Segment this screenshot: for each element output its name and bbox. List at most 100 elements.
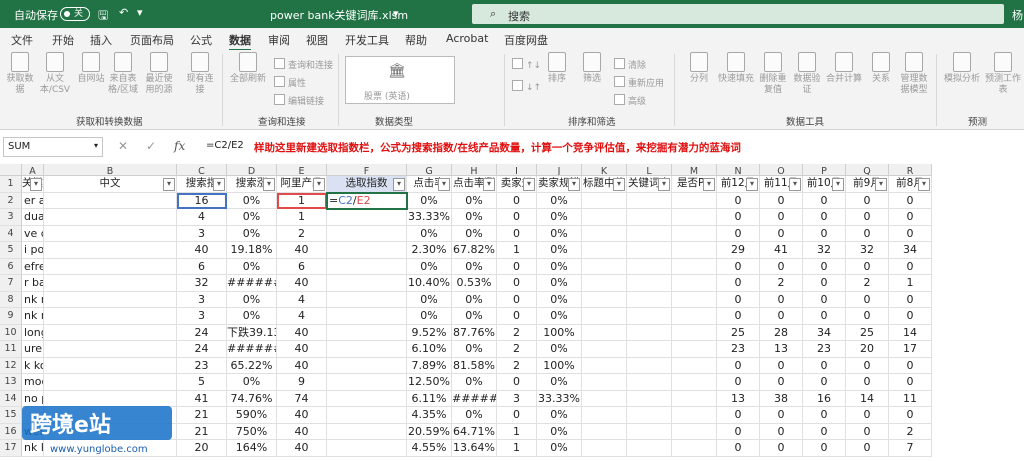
cell-I7[interactable]: 0 [497, 275, 537, 292]
cell-I15[interactable]: 0 [497, 407, 537, 424]
cell-F8[interactable] [327, 291, 407, 308]
cell-P9[interactable]: 0 [803, 308, 846, 325]
tab-view[interactable]: 视图 [306, 32, 328, 48]
column-header-J[interactable]: J [537, 164, 582, 176]
cell-D2[interactable]: 0% [227, 192, 277, 209]
cell-R10[interactable]: 14 [889, 324, 932, 341]
cell-L10[interactable] [627, 324, 672, 341]
column-header-B[interactable]: B [44, 164, 177, 176]
header-cell-J[interactable]: 卖家规模 [537, 176, 582, 193]
cell-K8[interactable] [582, 291, 627, 308]
column-header-K[interactable]: K [582, 164, 627, 176]
cell-R17[interactable]: 7 [889, 440, 932, 457]
cell-J17[interactable]: 0% [537, 440, 582, 457]
cell-R4[interactable]: 0 [889, 225, 932, 242]
tab-home[interactable]: 开始 [52, 32, 74, 48]
row-header-15[interactable]: 15 [0, 407, 22, 424]
cell-H2[interactable]: 0% [452, 192, 497, 209]
cell-D6[interactable]: 0% [227, 258, 277, 275]
cell-L4[interactable] [627, 225, 672, 242]
cell-G11[interactable]: 6.10% [407, 341, 452, 358]
cell-J8[interactable]: 0% [537, 291, 582, 308]
cell-P15[interactable]: 0 [803, 407, 846, 424]
text-to-columns-button[interactable]: 分列 [682, 52, 716, 85]
cell-L14[interactable] [627, 390, 672, 407]
tab-baidu-netdisk[interactable]: 百度网盘 [504, 32, 548, 48]
cell-G10[interactable]: 9.52% [407, 324, 452, 341]
cell-F7[interactable] [327, 275, 407, 292]
cell-F9[interactable] [327, 308, 407, 325]
cell-O7[interactable]: 2 [760, 275, 803, 292]
cell-R13[interactable]: 0 [889, 374, 932, 391]
cell-C8[interactable]: 3 [177, 291, 227, 308]
cell-K12[interactable] [582, 357, 627, 374]
cell-D14[interactable]: 74.76% [227, 390, 277, 407]
cell-F5[interactable] [327, 242, 407, 259]
cell-K13[interactable] [582, 374, 627, 391]
file-menu-chevron-icon[interactable]: ▾ [393, 7, 399, 20]
cell-N8[interactable]: 0 [717, 291, 760, 308]
row-header-3[interactable]: 3 [0, 209, 22, 226]
cell-E9[interactable]: 4 [277, 308, 327, 325]
cell-K14[interactable] [582, 390, 627, 407]
cell-I5[interactable]: 1 [497, 242, 537, 259]
cell-A6[interactable]: efregrator and air condition [22, 258, 44, 275]
cell-H16[interactable]: 64.71% [452, 423, 497, 440]
cell-R2[interactable]: 0 [889, 192, 932, 209]
cell-D13[interactable]: 0% [227, 374, 277, 391]
column-header-G[interactable]: G [407, 164, 452, 176]
cell-J14[interactable]: 33.33% [537, 390, 582, 407]
cell-C11[interactable]: 24 [177, 341, 227, 358]
cell-O11[interactable]: 13 [760, 341, 803, 358]
cell-K6[interactable] [582, 258, 627, 275]
cell-P10[interactable]: 34 [803, 324, 846, 341]
cell-Q13[interactable]: 0 [846, 374, 889, 391]
row-header-14[interactable]: 14 [0, 390, 22, 407]
cell-Q17[interactable]: 0 [846, 440, 889, 457]
cell-N4[interactable]: 0 [717, 225, 760, 242]
cell-H10[interactable]: 87.76% [452, 324, 497, 341]
flash-fill-button[interactable]: 快速填充 [716, 52, 756, 85]
row-header-6[interactable]: 6 [0, 258, 22, 275]
cell-O8[interactable]: 0 [760, 291, 803, 308]
cell-N3[interactable]: 0 [717, 209, 760, 226]
cell-A7[interactable]: r bank 30000mah 65w [22, 275, 44, 292]
cell-L3[interactable] [627, 209, 672, 226]
cell-J11[interactable]: 0% [537, 341, 582, 358]
column-header-F[interactable]: F [327, 164, 407, 176]
row-header-13[interactable]: 13 [0, 374, 22, 391]
header-cell-B[interactable]: 中文 [44, 176, 177, 193]
cell-J2[interactable]: 0% [537, 192, 582, 209]
cell-M2[interactable] [672, 192, 717, 209]
cell-C6[interactable]: 6 [177, 258, 227, 275]
cell-B4[interactable] [44, 225, 177, 242]
cell-O14[interactable]: 38 [760, 390, 803, 407]
header-cell-D[interactable]: 搜索涨 [227, 176, 277, 193]
cell-F2[interactable]: =C2/E2 [327, 192, 407, 209]
cell-M4[interactable] [672, 225, 717, 242]
cell-O3[interactable]: 0 [760, 209, 803, 226]
autosave-toggle[interactable]: 关 [60, 7, 90, 21]
cell-L9[interactable] [627, 308, 672, 325]
select-all-corner[interactable] [0, 164, 22, 176]
refresh-all-button[interactable]: 全部刷新 [228, 52, 268, 85]
cell-D9[interactable]: 0% [227, 308, 277, 325]
cell-J7[interactable]: 0% [537, 275, 582, 292]
cell-M10[interactable] [672, 324, 717, 341]
cell-N2[interactable]: 0 [717, 192, 760, 209]
cell-P3[interactable]: 0 [803, 209, 846, 226]
cell-F16[interactable] [327, 423, 407, 440]
cell-F11[interactable] [327, 341, 407, 358]
user-name[interactable]: 杨 [1012, 7, 1023, 23]
cell-M14[interactable] [672, 390, 717, 407]
cell-C16[interactable]: 21 [177, 423, 227, 440]
cell-B8[interactable] [44, 291, 177, 308]
cell-G14[interactable]: 6.11% [407, 390, 452, 407]
cell-C2[interactable]: 16 [177, 192, 227, 209]
insert-function-icon[interactable]: fx [174, 139, 185, 153]
cell-K2[interactable] [582, 192, 627, 209]
cell-H9[interactable]: 0% [452, 308, 497, 325]
cell-J4[interactable]: 0% [537, 225, 582, 242]
cell-N13[interactable]: 0 [717, 374, 760, 391]
cell-B3[interactable] [44, 209, 177, 226]
